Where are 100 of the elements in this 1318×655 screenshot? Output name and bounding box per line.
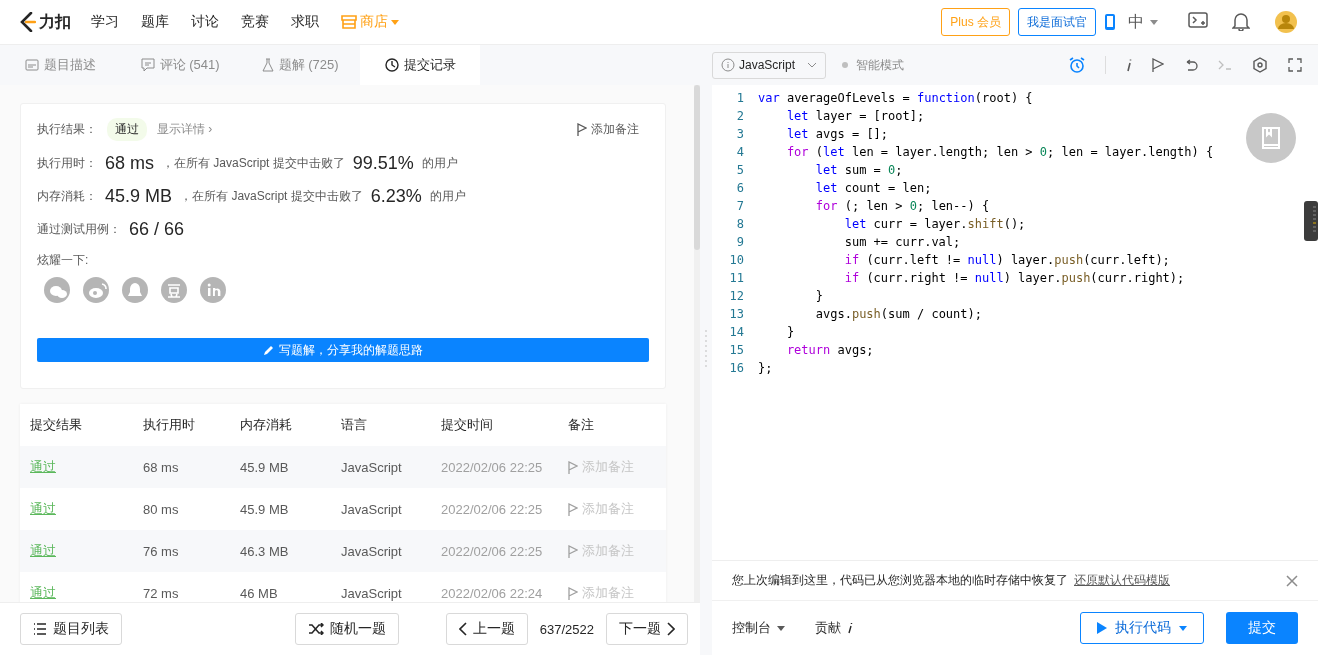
code-line[interactable]: avgs.push(sum / count);: [758, 305, 982, 323]
qq-icon[interactable]: [122, 277, 148, 303]
code-line[interactable]: let sum = 0;: [758, 161, 903, 179]
stat-text: ，在所有 JavaScript 提交中击败了: [180, 188, 363, 205]
code-line[interactable]: for (; len > 0; len--) {: [758, 197, 990, 215]
previous-button[interactable]: 上一题: [445, 613, 528, 645]
run-code-button[interactable]: 执行代码: [1080, 612, 1204, 644]
line-number: 7: [736, 198, 744, 215]
restore-default-link[interactable]: 还原默认代码模版: [1074, 572, 1170, 589]
code-line[interactable]: return avgs;: [758, 341, 874, 359]
nav-link[interactable]: 求职: [291, 13, 319, 31]
details-link[interactable]: 显示详情 ›: [157, 121, 213, 138]
logo-icon[interactable]: [20, 12, 36, 32]
info-icon: [721, 58, 735, 72]
result-label: 执行结果：: [37, 121, 97, 138]
tab[interactable]: 提交记录: [360, 45, 480, 85]
settings-icon[interactable]: [1252, 57, 1268, 73]
minimap-marker[interactable]: [1304, 201, 1318, 241]
avatar-icon[interactable]: [1274, 10, 1298, 34]
write-solution-button[interactable]: 写题解，分享我的解题思路: [37, 338, 649, 362]
code-line[interactable]: let layer = [root];: [758, 107, 925, 125]
code-line[interactable]: let curr = layer.shift();: [758, 215, 1026, 233]
stat-percent: 99.51%: [352, 153, 414, 174]
table-cell-text: 2022/02/06 22:25: [441, 501, 544, 517]
terminal-add-icon[interactable]: [1188, 11, 1208, 30]
add-note-link[interactable]: 添加备注: [577, 121, 639, 138]
card-icon: [24, 59, 39, 71]
douban-icon[interactable]: [161, 277, 187, 303]
nav-link[interactable]: 学习: [91, 13, 119, 31]
code-line[interactable]: }: [758, 287, 824, 305]
close-icon[interactable]: [1286, 574, 1298, 587]
flag-icon: [568, 502, 578, 516]
random-problem-button[interactable]: 随机一题: [294, 613, 399, 645]
column-header: 语言: [341, 416, 368, 434]
submit-button[interactable]: 提交: [1226, 612, 1298, 644]
code-line[interactable]: if (curr.right != null) layer.push(curr.right);: [758, 269, 1185, 287]
stat-percent: 6.23%: [370, 186, 422, 207]
phone-icon[interactable]: [1104, 13, 1116, 31]
line-number: 16: [729, 360, 744, 377]
restore-notice: 您上次编辑到这里，代码已从您浏览器本地的临时存储中恢复了: [732, 572, 1068, 589]
shuffle-icon: [307, 623, 324, 635]
language-select[interactable]: JavaScript: [712, 51, 826, 79]
table-cell-text: JavaScript: [341, 585, 403, 601]
table-cell-text: 2022/02/06 22:24: [441, 585, 544, 601]
shop-icon: [341, 15, 357, 29]
linkedin-icon[interactable]: [200, 277, 226, 303]
table-cell-text: 76 ms: [143, 543, 180, 559]
nav-link[interactable]: 竞赛: [241, 13, 269, 31]
stat-label: 内存消耗：: [37, 188, 97, 205]
line-number: 8: [736, 216, 744, 233]
column-header: 提交时间: [441, 416, 494, 434]
table-cell-text: JavaScript: [341, 543, 403, 559]
caret-icon: [391, 19, 399, 25]
code-line[interactable]: sum += curr.val;: [758, 233, 961, 251]
flask-icon: [261, 58, 274, 72]
line-number: 1: [736, 90, 744, 107]
code-line[interactable]: let count = len;: [758, 179, 932, 197]
alarm-clock-icon[interactable]: [1069, 57, 1085, 73]
caret-icon: [1150, 19, 1158, 25]
share-label: 炫耀一下:: [37, 252, 89, 269]
interviewer-button[interactable]: 我是面试官: [1018, 8, 1096, 36]
terminal-icon[interactable]: [1218, 60, 1232, 70]
scrollbar[interactable]: [694, 85, 700, 602]
stat-label: 执行用时：: [37, 155, 97, 172]
line-number: 3: [736, 126, 744, 143]
clock-icon: [384, 58, 399, 72]
code-line[interactable]: for (let len = layer.length; len > 0; len = layer.length) {: [758, 143, 1214, 161]
line-number: 12: [729, 288, 744, 305]
stat-text: ，在所有 JavaScript 提交中击败了: [162, 155, 345, 172]
nav-link[interactable]: 题库: [141, 13, 169, 31]
column-header: 执行用时: [143, 416, 196, 434]
next-button[interactable]: 下一题: [606, 613, 688, 645]
flag-icon: [568, 586, 578, 600]
code-line[interactable]: let avgs = [];: [758, 125, 889, 143]
flag-icon[interactable]: [1152, 58, 1164, 72]
code-line[interactable]: var averageOfLevels = function(root) {: [758, 89, 1033, 107]
table-cell-text: 45.9 MB: [240, 501, 290, 517]
code-line[interactable]: };: [758, 359, 773, 377]
table-cell-text: 72 ms: [143, 585, 180, 601]
bell-icon[interactable]: [1232, 10, 1250, 31]
table-cell-text: 2022/02/06 22:25: [441, 543, 544, 559]
weibo-icon[interactable]: [83, 277, 109, 303]
table-cell-text: 68 ms: [143, 459, 180, 475]
problem-list-button[interactable]: 题目列表: [20, 613, 122, 645]
stat-value: 45.9 MB: [105, 186, 173, 207]
contribute-link[interactable]: 贡献: [815, 619, 853, 637]
line-number: 5: [736, 162, 744, 179]
console-menu[interactable]: 控制台: [732, 619, 785, 637]
comment-icon: [140, 58, 155, 72]
wechat-icon[interactable]: [44, 277, 70, 303]
nav-link[interactable]: 讨论: [191, 13, 219, 31]
logo-text[interactable]: 力扣: [39, 11, 71, 33]
play-icon: [1097, 622, 1107, 634]
info-icon[interactable]: [1126, 58, 1132, 72]
undo-icon[interactable]: [1184, 59, 1198, 71]
code-line[interactable]: if (curr.left != null) layer.push(curr.left);: [758, 251, 1170, 269]
table-cell-text: JavaScript: [341, 501, 403, 517]
code-line[interactable]: }: [758, 323, 795, 341]
language-menu[interactable]: 中: [1128, 11, 1158, 33]
fullscreen-icon[interactable]: [1288, 58, 1302, 72]
